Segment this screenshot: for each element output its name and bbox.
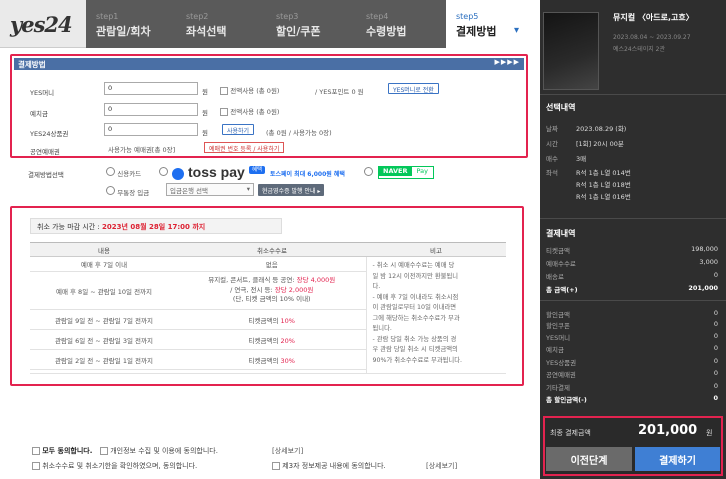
show-ticket-button[interactable]: 예매권 번호 등록 / 사용하기 [204, 142, 285, 153]
toss-logo-icon [172, 168, 184, 180]
table-row: 예매 후 7일 이내 없음 - 취소 시 예매수수료는 예매 당 일 밤 12시… [30, 256, 506, 374]
step-2-seat[interactable]: step2 좌석선택 [176, 0, 266, 48]
booking-fee: 3,000 [699, 258, 718, 266]
booking-date: 2023.08.29 (화) [576, 125, 627, 133]
yes-money-label: YES머니 [30, 89, 55, 97]
credit-card-radio[interactable]: 신용카드 [106, 167, 141, 178]
arrows-icon: ▶▶▶▶ [494, 58, 520, 66]
toss-radio[interactable] [159, 167, 168, 178]
show-period: 2023.08.04 ~ 2023.09.27 [613, 34, 691, 41]
deposit-label: 예치금 [30, 110, 48, 118]
yes-money-all-checkbox[interactable]: 전액사용 (총 0원) [220, 85, 279, 95]
yes-money-input[interactable]: 0 [104, 82, 198, 95]
other-payment-amount: 0 [713, 382, 718, 390]
naver-pay-radio[interactable] [364, 167, 373, 178]
gift-label: YES24상품권 [30, 130, 69, 138]
third-party-detail-link[interactable]: [상세보기] [426, 461, 457, 471]
chevron-down-icon: ▾ [246, 185, 250, 193]
won-unit: 원 [202, 88, 208, 96]
agree-cancel-checkbox[interactable]: 취소수수료 및 취소기한을 확인하였으며, 동의합니다. [32, 461, 197, 471]
payment-section-title: 결제방법 ▶▶▶▶ [14, 58, 524, 70]
booking-time: [1회] 20시 00분 [576, 140, 624, 148]
show-poster [543, 12, 599, 90]
bank-transfer-radio[interactable]: 무통장 입금 [106, 186, 149, 197]
cancel-fee-table: 내용 취소수수료 비고 예매 후 7일 이내 없음 - 취소 시 예매수수료는 … [30, 242, 506, 374]
total-discount: 0 [713, 394, 718, 402]
gift-info: (총 0원 / 사용가능 0장) [266, 129, 332, 137]
agree-privacy-checkbox[interactable]: 개인정보 수집 및 이용에 동의합니다. [100, 446, 218, 456]
agree-all-checkbox[interactable]: 모두 동의합니다. [32, 446, 92, 456]
pay-button[interactable]: 결제하기 [635, 447, 720, 471]
yes-money-amount: 0 [713, 332, 718, 340]
seat-item: R석 1층 L열 018번 [576, 181, 631, 189]
toss-logo: toss pay [188, 164, 245, 180]
seat-item: R석 1층 L열 014번 [576, 169, 631, 177]
agree-third-party-checkbox[interactable]: 제3자 정보제공 내용에 동의합니다. [272, 461, 386, 471]
won-unit: 원 [202, 109, 208, 117]
yes-point: / YES포인트 0 원 [315, 88, 364, 96]
gift-amount: 0 [713, 357, 718, 365]
payment-summary-heading: 결제내역 [546, 229, 576, 238]
delivery-fee: 0 [713, 271, 718, 279]
yes-convert-button[interactable]: YES머니로 전환 [388, 83, 439, 94]
total-amount: 201,000 [688, 284, 718, 292]
yes24-logo[interactable]: yes24 [10, 12, 73, 37]
cancel-note: - 취소 시 예매수수료는 예매 당 일 밤 12시 이전까지만 환불됩니 다.… [365, 256, 506, 374]
step-5-payment[interactable]: step5 결제방법 [446, 0, 540, 48]
deposit-input[interactable]: 0 [104, 103, 198, 116]
naver-pay-logo: NAVER Pay [378, 166, 434, 179]
seat-item: R석 1층 L열 016번 [576, 193, 631, 201]
show-ticket-label: 공연예매권 [30, 148, 60, 156]
booking-heading: 선택내역 [546, 103, 576, 112]
toss-promo-text: 토스페이 최대 6,000원 혜택 [270, 171, 345, 178]
coupon-amount: 0 [713, 320, 718, 328]
won-unit: 원 [202, 129, 208, 137]
step-3-discount[interactable]: step3 할인/쿠폰 [266, 0, 356, 48]
chevron-down-icon[interactable]: ▾ [514, 25, 519, 36]
bank-select[interactable]: 입금은행 선택 ▾ [166, 183, 254, 196]
step-4-delivery[interactable]: step4 수령방법 [356, 0, 446, 48]
show-ticket-info: 사용가능 예매권[총 0장] [108, 146, 176, 154]
final-total-amount: 201,000 [638, 423, 698, 438]
table-header-row: 내용 취소수수료 비고 [30, 242, 506, 257]
show-ticket-amount: 0 [713, 369, 718, 377]
gift-input[interactable]: 0 [104, 123, 198, 136]
final-total-unit: 원 [706, 429, 713, 437]
cash-receipt-button[interactable]: 현금영수증 발행 안내 ▸ [258, 184, 325, 196]
toss-promo: 혜택 [249, 165, 266, 174]
final-total-label: 최종 결제금액 [550, 429, 591, 437]
show-title: 뮤지컬 〈아드로,고흐〉 [613, 13, 694, 22]
prev-step-button[interactable]: 이전단계 [546, 447, 632, 471]
deposit-all-checkbox[interactable]: 전액사용 (총 0원) [220, 106, 279, 116]
step-1-date[interactable]: step1 관람일/회차 [86, 0, 176, 48]
gift-use-button[interactable]: 사용하기 [222, 124, 255, 135]
cancel-deadline: 취소 가능 마감 시간 : 2023년 08월 28일 17:00 까지 [30, 218, 282, 234]
method-label: 결제방법선택 [28, 171, 64, 179]
privacy-detail-link[interactable]: [상세보기] [272, 446, 303, 456]
booking-count: 3매 [576, 155, 587, 163]
discount-amount: 0 [713, 309, 718, 317]
deposit-amount: 0 [713, 344, 718, 352]
show-venue: 예스24스테이지 2관 [613, 46, 665, 53]
ticket-amount: 198,000 [691, 245, 718, 253]
